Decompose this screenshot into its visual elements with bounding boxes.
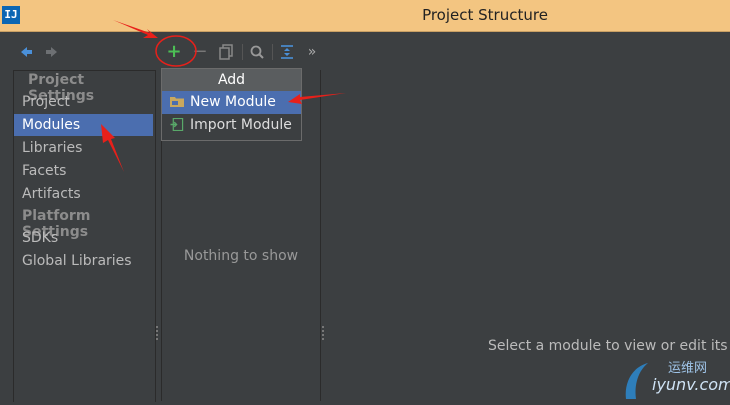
tree-splitter[interactable]: [322, 326, 325, 340]
more-button[interactable]: »: [302, 42, 322, 62]
copy-button[interactable]: [216, 42, 236, 62]
watermark-domain-text: iyunv.com: [652, 375, 730, 394]
site-watermark: 运维网 iyunv.com: [622, 353, 730, 401]
toolbar-separator: [272, 44, 273, 60]
arrow-left-icon: [21, 47, 32, 57]
menu-item-label: Import Module: [190, 117, 292, 133]
add-popup-menu: Add New Module Import Module: [161, 68, 302, 141]
popup-title: Add: [162, 69, 301, 91]
expand-all-button[interactable]: [277, 42, 297, 62]
forward-button[interactable]: [42, 42, 62, 62]
menu-item-import-module[interactable]: Import Module: [162, 114, 301, 137]
sidebar-item-project[interactable]: Project: [14, 91, 153, 113]
copy-icon: [219, 44, 233, 60]
sidebar-item-facets[interactable]: Facets: [14, 160, 153, 182]
sidebar-splitter[interactable]: [156, 326, 159, 340]
find-button[interactable]: [247, 42, 267, 62]
back-button[interactable]: [16, 42, 36, 62]
sidebar-item-global-libraries[interactable]: Global Libraries: [14, 250, 153, 272]
watermark-cn-text: 运维网: [668, 361, 708, 376]
sidebar-item-sdks[interactable]: SDKs: [14, 227, 153, 249]
title-bar: IJ Project Structure: [0, 0, 730, 32]
expand-icon: [281, 45, 293, 59]
menu-item-label: New Module: [190, 94, 276, 110]
detail-empty-text: Select a module to view or edit its de: [488, 338, 730, 354]
toolbar-separator: [242, 44, 243, 60]
sidebar-item-libraries[interactable]: Libraries: [14, 137, 153, 159]
sidebar-item-modules[interactable]: Modules: [14, 114, 153, 136]
arrow-right-icon: [46, 47, 57, 57]
settings-sidebar: Project Settings Project Modules Librari…: [13, 70, 156, 402]
remove-button[interactable]: −: [190, 42, 210, 62]
import-icon: [170, 118, 184, 131]
add-button[interactable]: +: [164, 42, 184, 62]
sidebar-item-artifacts[interactable]: Artifacts: [14, 183, 153, 205]
tree-empty-text: Nothing to show: [183, 248, 299, 264]
window-title: Project Structure: [422, 6, 548, 24]
magnifier-icon: [250, 45, 264, 59]
folder-icon: [170, 97, 184, 107]
menu-item-new-module[interactable]: New Module: [162, 91, 301, 114]
